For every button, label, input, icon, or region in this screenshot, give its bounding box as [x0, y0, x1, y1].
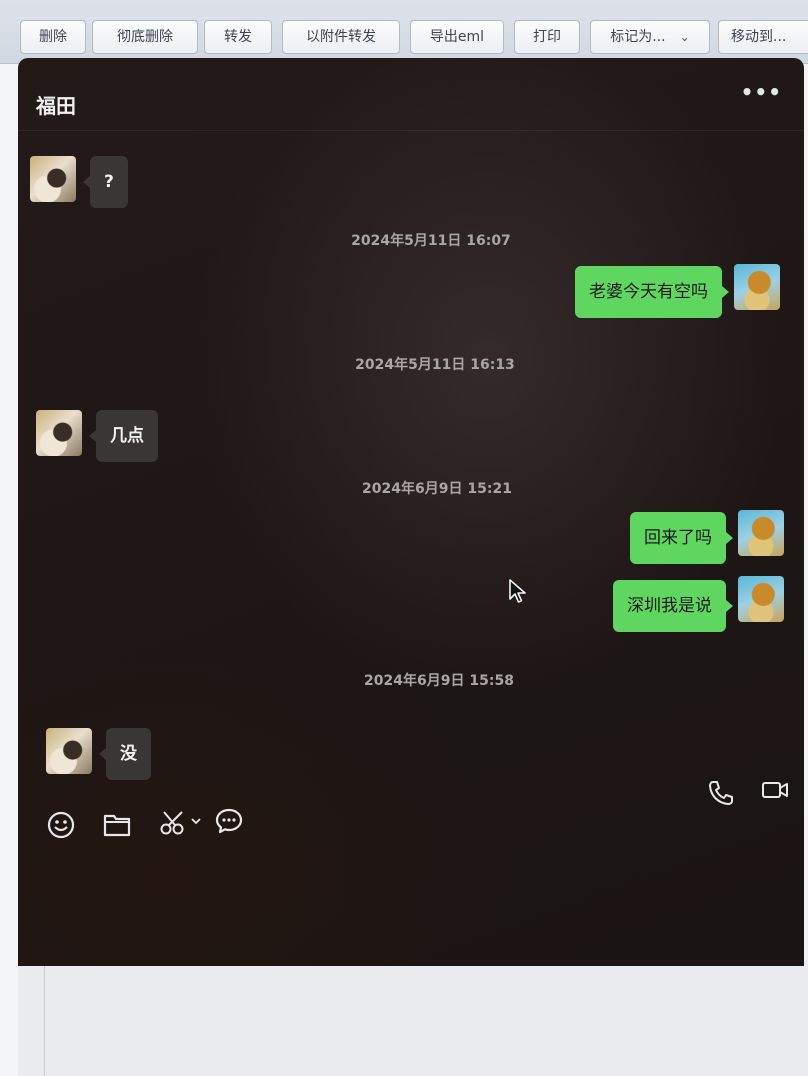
message-bubble-received: 几点	[89, 410, 158, 462]
forward-as-attachment-button[interactable]: 以附件转发	[282, 20, 400, 54]
export-eml-button[interactable]: 导出eml	[410, 20, 504, 54]
mouse-cursor	[508, 578, 528, 608]
my-avatar[interactable]	[738, 510, 784, 556]
mail-body-divider	[44, 960, 45, 1076]
chat-title: 福田	[36, 94, 76, 118]
message-bubble-received: 没	[99, 728, 151, 780]
message-timestamp: 2024年5月11日 16:07	[351, 233, 511, 249]
chat-window: 福田 ••• ? 2024年5月11日 16:07 老婆今天有空吗 2024年5…	[18, 58, 804, 966]
scissors-icon[interactable]	[158, 808, 188, 838]
chat-history-icon[interactable]	[214, 806, 244, 836]
mail-body-area	[18, 960, 808, 1076]
message-bubble-received: ?	[83, 156, 128, 208]
mail-sidebar-edge	[0, 64, 18, 1076]
message-timestamp: 2024年5月11日 16:13	[355, 357, 515, 373]
video-camera-icon[interactable]	[760, 778, 790, 802]
emoji-icon[interactable]	[46, 810, 76, 840]
my-avatar[interactable]	[738, 576, 784, 622]
folder-icon[interactable]	[102, 812, 132, 838]
message-bubble-sent: 老婆今天有空吗	[575, 266, 729, 318]
permanent-delete-button[interactable]: 彻底删除	[92, 20, 198, 54]
message-bubble-sent: 回来了吗	[630, 512, 733, 564]
contact-avatar[interactable]	[36, 410, 82, 456]
contact-avatar[interactable]	[46, 728, 92, 774]
my-avatar[interactable]	[734, 264, 780, 310]
title-divider	[18, 130, 804, 131]
move-to-button[interactable]: 移动到...	[718, 20, 808, 54]
chevron-down-icon: ⌄	[679, 30, 690, 44]
forward-button[interactable]: 转发	[204, 20, 272, 54]
message-bubble-sent: 深圳我是说	[613, 580, 733, 632]
contact-avatar[interactable]	[30, 156, 76, 202]
mark-as-dropdown[interactable]: 标记为... ⌄	[590, 20, 710, 54]
mark-as-label: 标记为...	[610, 29, 666, 45]
chevron-down-icon[interactable]	[190, 816, 202, 826]
message-timestamp: 2024年6月9日 15:58	[364, 673, 514, 689]
print-button[interactable]: 打印	[514, 20, 580, 54]
mail-toolbar: 删除 彻底删除 转发 以附件转发 导出eml 打印 标记为... ⌄ 移动到...	[0, 0, 808, 64]
delete-button[interactable]: 删除	[20, 20, 86, 54]
message-timestamp: 2024年6月9日 15:21	[362, 481, 512, 497]
more-options-icon[interactable]: •••	[741, 80, 782, 104]
phone-icon[interactable]	[706, 778, 736, 808]
